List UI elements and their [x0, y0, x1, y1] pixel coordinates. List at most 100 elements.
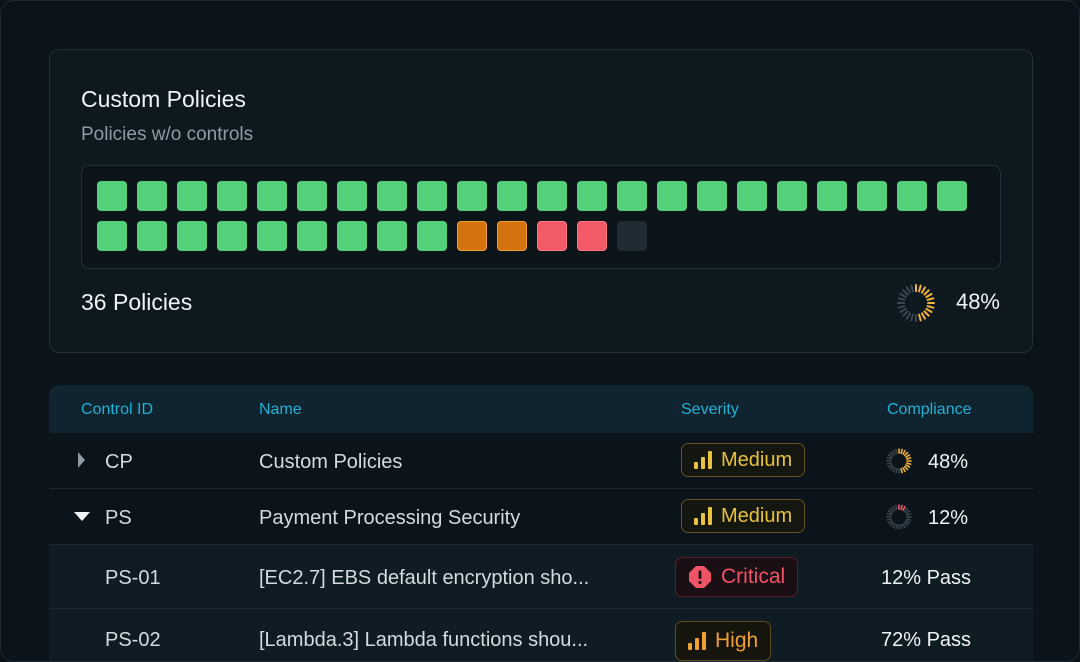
ring-tick	[903, 507, 909, 513]
caret-right-icon[interactable]	[75, 451, 87, 474]
ring-tick	[905, 520, 911, 524]
control-id: CP	[105, 451, 133, 473]
ring-tick	[892, 449, 896, 455]
policy-cell-fail[interactable]	[577, 221, 607, 251]
control-name: [EC2.7] EBS default encryption sho...	[259, 567, 590, 589]
ring-tick	[889, 507, 895, 513]
control-name: Payment Processing Security	[259, 507, 521, 529]
ring-tick	[905, 462, 912, 465]
policy-cell-pass[interactable]	[617, 181, 647, 211]
ring-tick	[910, 284, 914, 293]
policy-cell-pass[interactable]	[337, 221, 367, 251]
policy-cell-pass[interactable]	[537, 181, 567, 211]
policy-cell-pass[interactable]	[297, 181, 327, 211]
policy-cell-pass[interactable]	[137, 181, 167, 211]
ring-tick	[903, 465, 909, 471]
policy-cell-pass[interactable]	[257, 181, 287, 211]
ring-tick	[902, 523, 906, 529]
severity-badge: Medium	[681, 443, 806, 477]
header-compliance[interactable]: Compliance	[887, 401, 971, 419]
policy-cell-pass[interactable]	[337, 181, 367, 211]
policy-cell-pass[interactable]	[817, 181, 847, 211]
ring-tick	[902, 449, 906, 455]
policy-cell-pass[interactable]	[97, 221, 127, 251]
policy-cell-pass[interactable]	[217, 181, 247, 211]
ring-tick	[887, 464, 893, 468]
header-name[interactable]: Name	[259, 401, 302, 419]
signal-bars-icon	[694, 507, 712, 525]
policy-cell-pass[interactable]	[377, 181, 407, 211]
app-window: Custom Policies Policies w/o controls 36…	[0, 0, 1080, 662]
severity-label: Critical	[721, 565, 786, 588]
policy-cell-pass[interactable]	[417, 221, 447, 251]
policy-cell-pass[interactable]	[377, 221, 407, 251]
policy-cell-pass[interactable]	[897, 181, 927, 211]
policy-cell-pass[interactable]	[177, 181, 207, 211]
policy-cell-pass[interactable]	[657, 181, 687, 211]
caret-down-icon[interactable]	[73, 509, 91, 527]
ring-tick	[892, 505, 896, 511]
signal-bars-icon	[688, 632, 706, 650]
ring-tick	[895, 467, 898, 474]
policy-cell-pass[interactable]	[857, 181, 887, 211]
table-row[interactable]: PS-02 [Lambda.3] Lambda functions shou..…	[49, 609, 1033, 661]
policy-cell-pass[interactable]	[497, 181, 527, 211]
severity-label: High	[715, 629, 759, 652]
policy-cell-warn[interactable]	[497, 221, 527, 251]
ring-tick	[918, 313, 922, 322]
compliance-value: 72% Pass	[881, 629, 972, 651]
policy-cell-pass[interactable]	[937, 181, 967, 211]
severity-badge: High	[675, 621, 772, 661]
severity-label: Medium	[721, 448, 793, 471]
ring-tick	[905, 464, 911, 468]
alert-octagon-icon	[689, 566, 711, 588]
ring-tick	[926, 305, 935, 309]
policy-cell-pass[interactable]	[737, 181, 767, 211]
ring-tick	[886, 513, 893, 516]
ring-tick	[905, 457, 912, 460]
policy-cell-warn[interactable]	[457, 221, 487, 251]
policy-cell-pass[interactable]	[177, 221, 207, 251]
table-row[interactable]: PS-01 [EC2.7] EBS default encryption sho…	[49, 545, 1033, 609]
policy-cell-pass[interactable]	[297, 221, 327, 251]
ring-tick	[900, 504, 903, 511]
ring-tick	[887, 454, 893, 458]
compliance-value: 12%	[928, 507, 969, 529]
ring-tick	[905, 510, 911, 514]
ring-tick	[887, 510, 893, 514]
table-row[interactable]: CP Custom Policies Medium 48%	[49, 433, 1033, 489]
control-id: PS	[105, 507, 132, 529]
control-id: PS-01	[105, 567, 161, 589]
ring-tick	[903, 521, 909, 527]
ring-tick	[892, 467, 896, 473]
header-severity[interactable]: Severity	[681, 401, 739, 419]
policy-cell-pass[interactable]	[457, 181, 487, 211]
ring-tick	[905, 454, 911, 458]
policy-cell-pass[interactable]	[217, 221, 247, 251]
policy-cell-pass[interactable]	[257, 221, 287, 251]
policy-cell-pass[interactable]	[777, 181, 807, 211]
ring-tick	[886, 518, 893, 521]
control-id: PS-02	[105, 629, 161, 651]
ring-tick	[902, 467, 906, 473]
ring-tick	[886, 457, 893, 460]
custom-policies-card: Custom Policies Policies w/o controls 36…	[49, 49, 1033, 353]
table-header: Control ID Name Severity Compliance	[49, 385, 1033, 433]
policy-cell-pass[interactable]	[417, 181, 447, 211]
ring-tick	[921, 312, 926, 320]
policy-cell-pass[interactable]	[137, 221, 167, 251]
policy-cell-pass[interactable]	[97, 181, 127, 211]
policy-count: 36 Policies	[81, 289, 193, 315]
policy-cell-none[interactable]	[617, 221, 647, 251]
ring-tick	[926, 297, 935, 301]
ring-tick	[900, 448, 903, 455]
ring-tick	[900, 467, 903, 474]
header-control-id[interactable]: Control ID	[81, 401, 153, 419]
table-row[interactable]: PS Payment Processing Security Medium 12…	[49, 489, 1033, 545]
ring-tick	[902, 505, 906, 511]
policy-cell-pass[interactable]	[577, 181, 607, 211]
ring-tick	[895, 448, 898, 455]
ring-tick	[889, 451, 895, 457]
policy-cell-fail[interactable]	[537, 221, 567, 251]
policy-cell-pass[interactable]	[697, 181, 727, 211]
